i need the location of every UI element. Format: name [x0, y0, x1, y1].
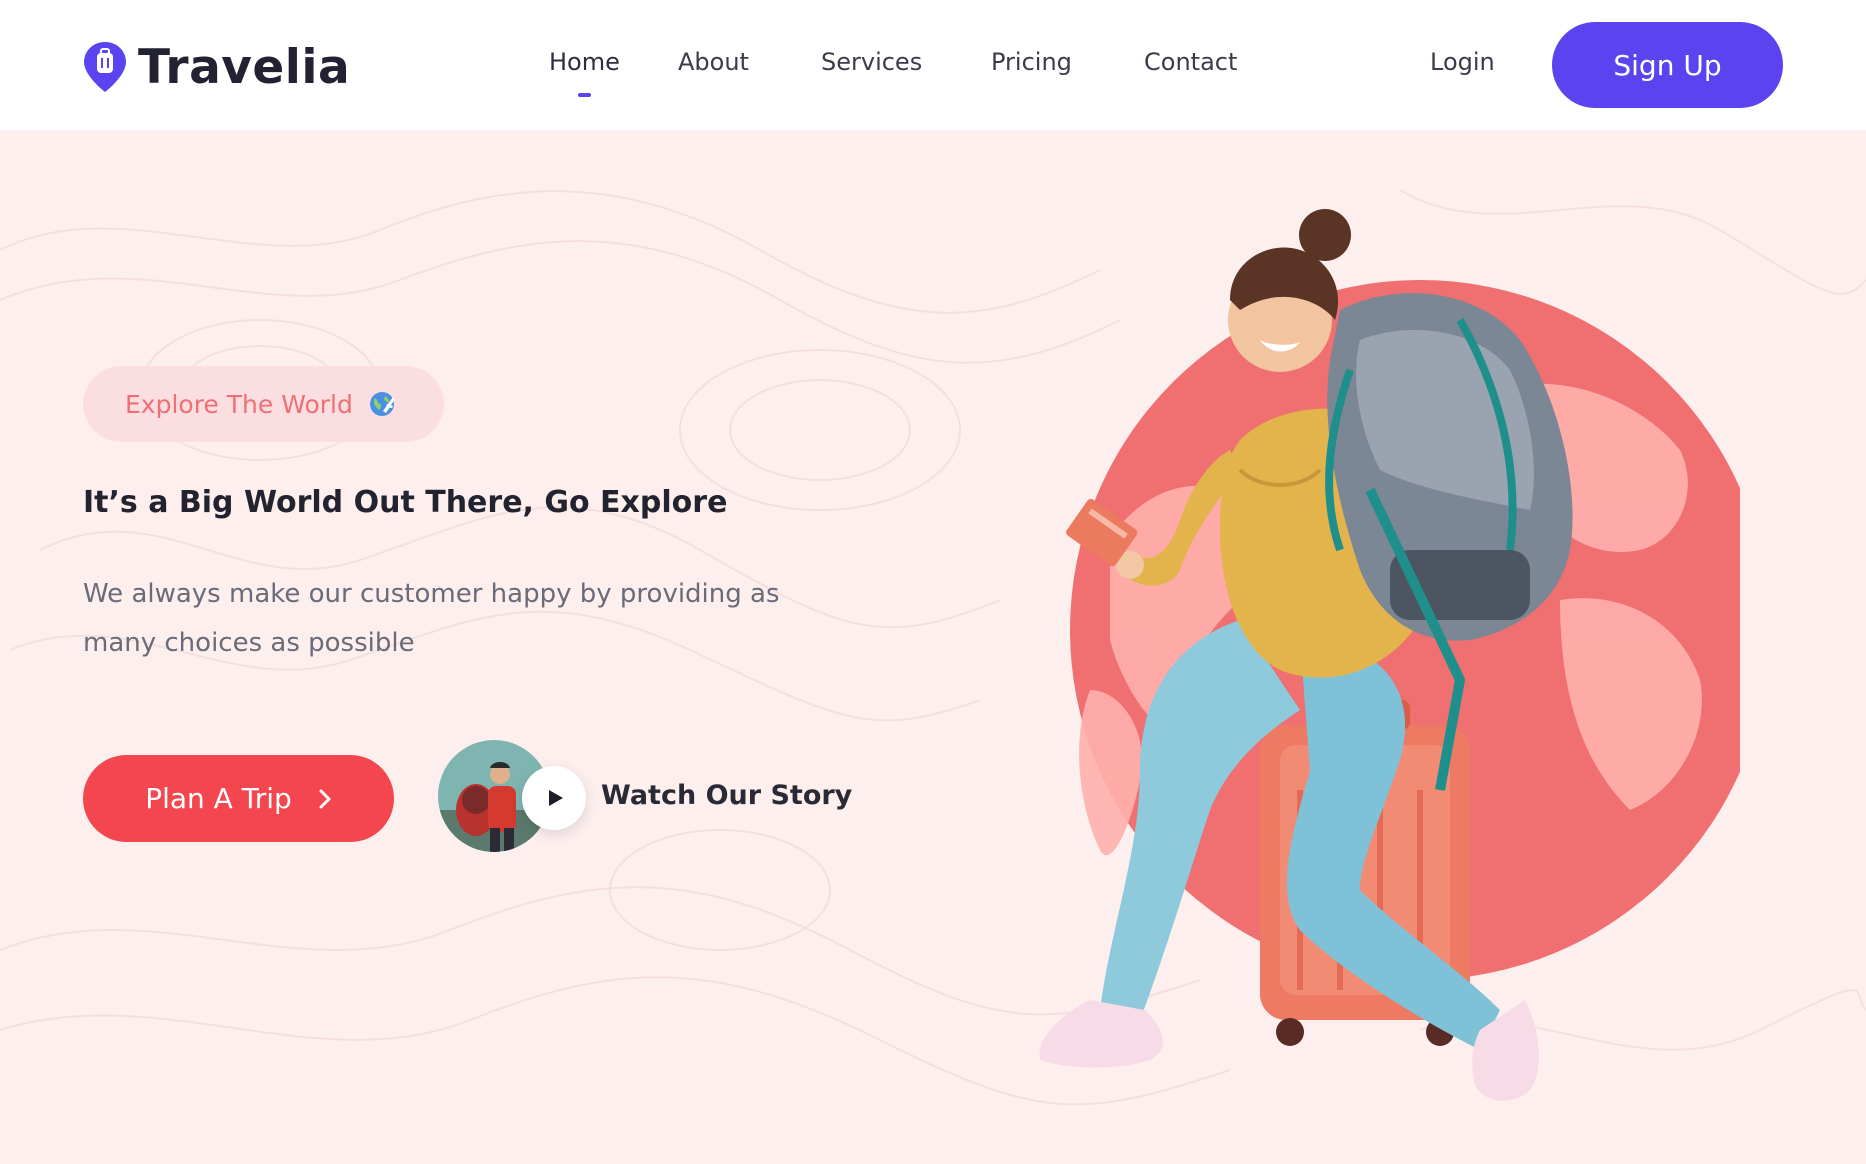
badge-text: Explore The World: [125, 389, 353, 419]
nav-contact[interactable]: Contact: [1144, 48, 1237, 76]
map-pin-suitcase-icon: [84, 42, 126, 92]
nav-active-indicator: [578, 93, 591, 97]
nav-about[interactable]: About: [678, 48, 749, 76]
explore-badge: Explore The World: [83, 366, 444, 442]
nav-services[interactable]: Services: [821, 48, 922, 76]
hero-description: We always make our customer happy by pro…: [83, 579, 780, 658]
brand-logo[interactable]: Travelia: [82, 39, 351, 95]
nav-pricing[interactable]: Pricing: [991, 48, 1072, 76]
play-icon: [548, 790, 563, 806]
hero-section: Explore The World It’s a Big World Out T…: [0, 130, 1866, 1164]
site-header: Travelia Home About Services Pricing Con…: [0, 0, 1866, 130]
brand-name: Travelia: [138, 39, 351, 95]
hero-headline: It’s a Big World Out There, Go Explore: [83, 485, 728, 520]
watch-story-link[interactable]: Watch Our Story: [601, 780, 852, 811]
plan-trip-button[interactable]: Plan A Trip: [83, 755, 394, 842]
sign-up-button[interactable]: Sign Up: [1552, 22, 1783, 108]
chevron-right-icon: [319, 789, 331, 808]
nav-home[interactable]: Home: [549, 48, 620, 76]
traveler-hero-illustration: [1039, 209, 1740, 1101]
play-button[interactable]: [522, 766, 586, 830]
globe-plane-icon: [369, 392, 395, 416]
login-link[interactable]: Login: [1430, 48, 1495, 76]
plan-trip-label: Plan A Trip: [145, 782, 292, 815]
